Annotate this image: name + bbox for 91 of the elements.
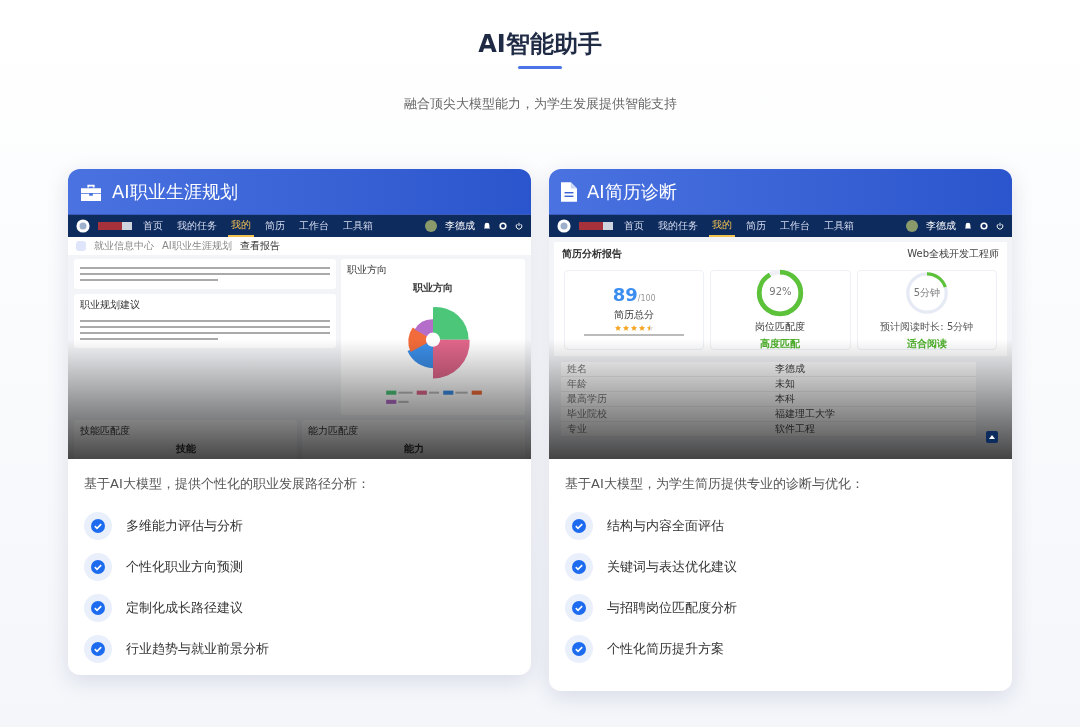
table-cell-text: 姓名	[566, 362, 588, 376]
breadcrumb-link[interactable]: 查看报告	[239, 239, 280, 253]
table-cell-text: 软件工程	[773, 422, 816, 436]
feature-text: 定制化成长路径建议	[126, 599, 243, 617]
power-icon[interactable]	[996, 222, 1004, 230]
feature-text: 个性化职业方向预测	[126, 558, 243, 576]
legend-text-placeholder	[398, 391, 413, 394]
nav-item[interactable]: 首页	[140, 215, 166, 237]
check-icon	[84, 512, 112, 540]
check-icon	[565, 553, 593, 581]
panel-title: 职业方向	[347, 263, 387, 277]
settings-icon[interactable]	[980, 222, 988, 230]
metric-label: 岗位匹配度	[755, 320, 806, 334]
report-title: 简历分析报告	[562, 247, 622, 261]
check-icon	[565, 512, 593, 540]
breadcrumb-link[interactable]: 就业信息中心	[94, 239, 154, 253]
legend-text-placeholder	[428, 391, 440, 394]
legend-text-placeholder	[398, 400, 409, 403]
table-cell-text: 本科	[773, 392, 796, 406]
avatar-icon	[425, 220, 437, 232]
back-to-top-button[interactable]	[986, 431, 998, 443]
brand-mark-drawing	[579, 222, 613, 230]
title-underline	[518, 66, 562, 69]
card-description: 基于AI大模型，为学生简历提供专业的诊断与优化：	[565, 475, 865, 493]
breadcrumb-link[interactable]: AI职业生涯规划	[162, 239, 232, 253]
panel-title: 技能匹配度	[80, 424, 131, 438]
check-icon	[84, 553, 112, 581]
feature-text: 多维能力评估与分析	[126, 517, 243, 535]
nav-item[interactable]: 简历	[262, 215, 288, 237]
settings-icon[interactable]	[499, 222, 507, 230]
ring-reading: 5分钟	[912, 286, 941, 300]
logo-icon	[557, 219, 571, 233]
score-label: 简历总分	[614, 308, 655, 322]
table-cell-text: 福建理工大学	[773, 407, 836, 421]
feature-text: 个性化简历提升方案	[607, 640, 724, 658]
table-cell-text: 毕业院校	[566, 407, 608, 421]
nav-item[interactable]: 工具箱	[340, 215, 376, 237]
section-subtitle: 融合顶尖大模型能力，为学生发展提供智能支持	[403, 95, 677, 113]
position-label: Web全栈开发工程师	[907, 247, 999, 261]
check-icon	[565, 635, 593, 663]
table-cell-text: 专业	[566, 422, 588, 436]
panel-title: 能力匹配度	[308, 424, 359, 438]
legend-swatch	[443, 390, 454, 395]
panel-title: 职业规划建议	[80, 298, 141, 312]
chart-title: 能力	[403, 442, 424, 456]
feature-text: 行业趋势与就业前景分析	[126, 640, 269, 658]
check-icon	[84, 594, 112, 622]
table-cell-text: 未知	[773, 377, 796, 391]
legend-swatch	[386, 390, 397, 395]
user-name: 李德成	[926, 219, 956, 233]
nav-item[interactable]: 我的	[709, 215, 735, 237]
document-icon	[561, 181, 577, 202]
brand-mark-drawing	[98, 222, 132, 230]
legend-swatch	[386, 399, 397, 404]
chart-title: 技能	[175, 442, 196, 456]
section-title: AI智能助手	[478, 29, 602, 60]
avatar-icon	[906, 220, 918, 232]
card-title: AI职业生涯规划	[112, 179, 238, 204]
card-description: 基于AI大模型，提供个性化的职业发展路径分析：	[84, 475, 371, 493]
metric-caption: 预计阅读时长: 5分钟	[880, 320, 974, 334]
check-icon	[84, 635, 112, 663]
bell-icon[interactable]	[483, 222, 491, 230]
user-name: 李德成	[445, 219, 475, 233]
nav-item[interactable]: 工作台	[296, 215, 332, 237]
caret-up-icon	[989, 435, 995, 439]
metric-verdict: 高度匹配	[760, 337, 801, 351]
feature-text: 结构与内容全面评估	[607, 517, 724, 535]
table-cell-text: 最高学历	[566, 392, 608, 406]
chart-title: 职业方向	[413, 281, 453, 295]
feature-text: 关键词与表达优化建议	[607, 558, 737, 576]
legend-swatch	[471, 390, 482, 395]
legend-text-placeholder	[455, 391, 468, 394]
table-cell-text: 年龄	[566, 377, 588, 391]
score-value: 89/100	[612, 284, 656, 305]
nav-item[interactable]: 我的任务	[655, 215, 701, 237]
nav-item[interactable]: 简历	[743, 215, 769, 237]
nav-item[interactable]: 我的任务	[174, 215, 220, 237]
logo-icon	[76, 219, 90, 233]
chart-center-hole	[425, 332, 441, 347]
nav-item[interactable]: 工具箱	[821, 215, 857, 237]
ring-reading: 92%	[768, 286, 793, 297]
metric-verdict: 适合阅读	[906, 337, 947, 351]
power-icon[interactable]	[515, 222, 523, 230]
feature-text: 与招聘岗位匹配度分析	[607, 599, 737, 617]
nav-item[interactable]: 首页	[621, 215, 647, 237]
legend-swatch	[416, 390, 427, 395]
nav-item[interactable]: 工作台	[777, 215, 813, 237]
table-cell-text: 李德成	[773, 362, 806, 376]
card-title: AI简历诊断	[587, 179, 677, 204]
check-icon	[565, 594, 593, 622]
bell-icon[interactable]	[964, 222, 972, 230]
